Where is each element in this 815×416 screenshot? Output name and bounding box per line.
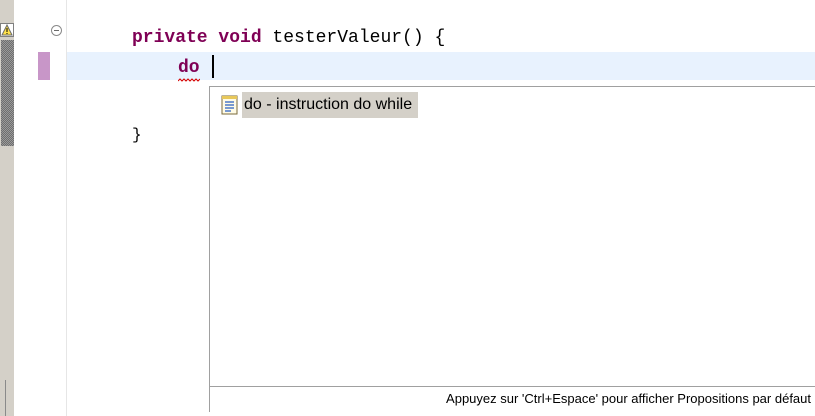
overview-ruler[interactable] bbox=[0, 0, 14, 416]
content-assist-status-bar: Appuyez sur 'Ctrl+Espace' pour afficher … bbox=[210, 386, 815, 412]
warning-icon[interactable] bbox=[0, 23, 14, 37]
keyword-text: private void bbox=[132, 28, 262, 48]
method-signature-text: testerValeur() { bbox=[261, 28, 446, 48]
current-line-marker bbox=[38, 52, 50, 80]
proposal-label: do - instruction do while bbox=[242, 92, 419, 118]
template-icon bbox=[220, 94, 240, 116]
typed-keyword-text: do bbox=[178, 58, 200, 78]
collapse-icon[interactable] bbox=[51, 25, 62, 36]
proposal-item[interactable]: do - instruction do while bbox=[220, 92, 419, 118]
code-line-closing-brace[interactable]: } bbox=[132, 124, 142, 146]
ruler-divider bbox=[5, 380, 6, 416]
overview-ruler-marker[interactable] bbox=[1, 40, 14, 146]
text-caret bbox=[212, 55, 214, 78]
spelling-error-squiggle bbox=[178, 78, 200, 82]
code-line-current[interactable]: do bbox=[178, 57, 200, 79]
content-assist-popup[interactable]: do - instruction do while Appuyez sur 'C… bbox=[209, 86, 815, 412]
closing-brace-text: } bbox=[132, 126, 142, 144]
status-hint-text: Appuyez sur 'Ctrl+Espace' pour afficher … bbox=[446, 391, 811, 406]
code-line-method-declaration[interactable]: private void testerValeur() { bbox=[132, 27, 445, 49]
